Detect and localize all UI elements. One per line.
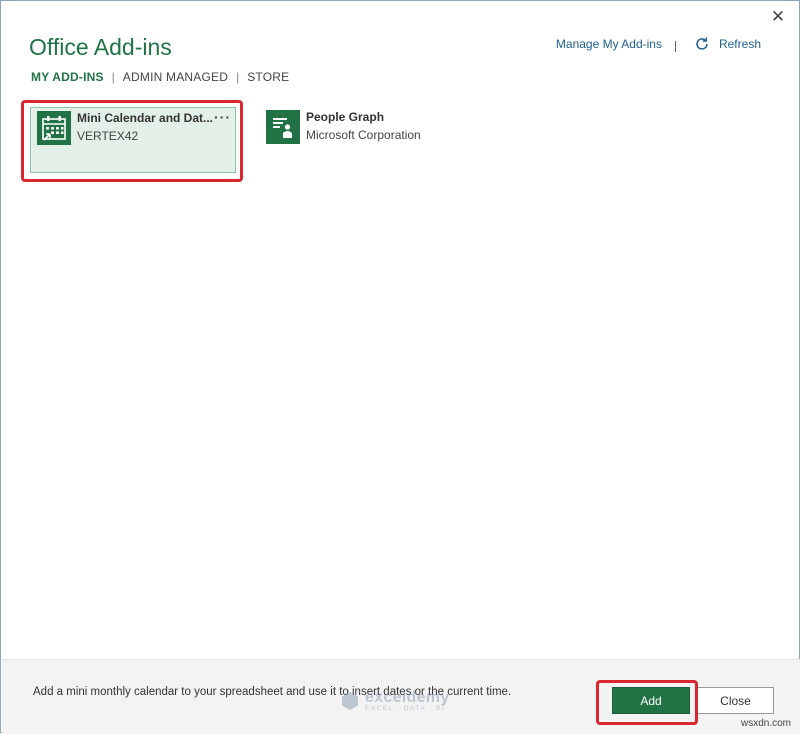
tab-my-addins[interactable]: MY ADD-INS: [31, 70, 104, 84]
more-options-icon[interactable]: ···: [214, 109, 231, 125]
tab-divider: |: [111, 70, 115, 84]
addin-info: People Graph Microsoft Corporation: [306, 110, 421, 142]
addin-publisher: VERTEX42: [77, 129, 139, 143]
refresh-icon[interactable]: [694, 36, 710, 52]
addin-people-graph[interactable]: People Graph Microsoft Corporation: [266, 110, 421, 144]
header-actions: Manage My Add-ins Refresh: [556, 36, 761, 52]
addin-mini-calendar[interactable]: Mini Calendar and Dat... VERTEX42 ···: [30, 107, 236, 173]
office-addins-dialog: ✕ Office Add-ins MY ADD-INS | ADMIN MANA…: [0, 0, 800, 734]
action-divider: [674, 40, 676, 52]
calendar-icon: [37, 111, 71, 145]
dialog-footer: Add a mini monthly calendar to your spre…: [2, 659, 800, 734]
close-button[interactable]: Close: [697, 687, 774, 714]
addin-publisher: Microsoft Corporation: [306, 128, 421, 142]
tab-admin-managed[interactable]: ADMIN MANAGED: [123, 70, 228, 84]
refresh-link[interactable]: Refresh: [719, 37, 761, 51]
addin-name: Mini Calendar and Dat...: [77, 111, 214, 125]
tab-divider: |: [236, 70, 240, 84]
tab-store[interactable]: STORE: [247, 70, 289, 84]
addin-description: Add a mini monthly calendar to your spre…: [33, 686, 512, 698]
manage-my-addins-link[interactable]: Manage My Add-ins: [556, 37, 662, 51]
corner-watermark: wsxdn.com: [740, 718, 791, 729]
people-graph-icon: [266, 110, 300, 144]
add-button[interactable]: Add: [612, 687, 690, 714]
close-icon[interactable]: ✕: [769, 8, 787, 26]
addin-name: People Graph: [306, 110, 385, 124]
addin-info: Mini Calendar and Dat... VERTEX42: [77, 111, 213, 143]
tab-bar: MY ADD-INS | ADMIN MANAGED | STORE: [31, 70, 289, 84]
dialog-title: Office Add-ins: [29, 34, 172, 60]
